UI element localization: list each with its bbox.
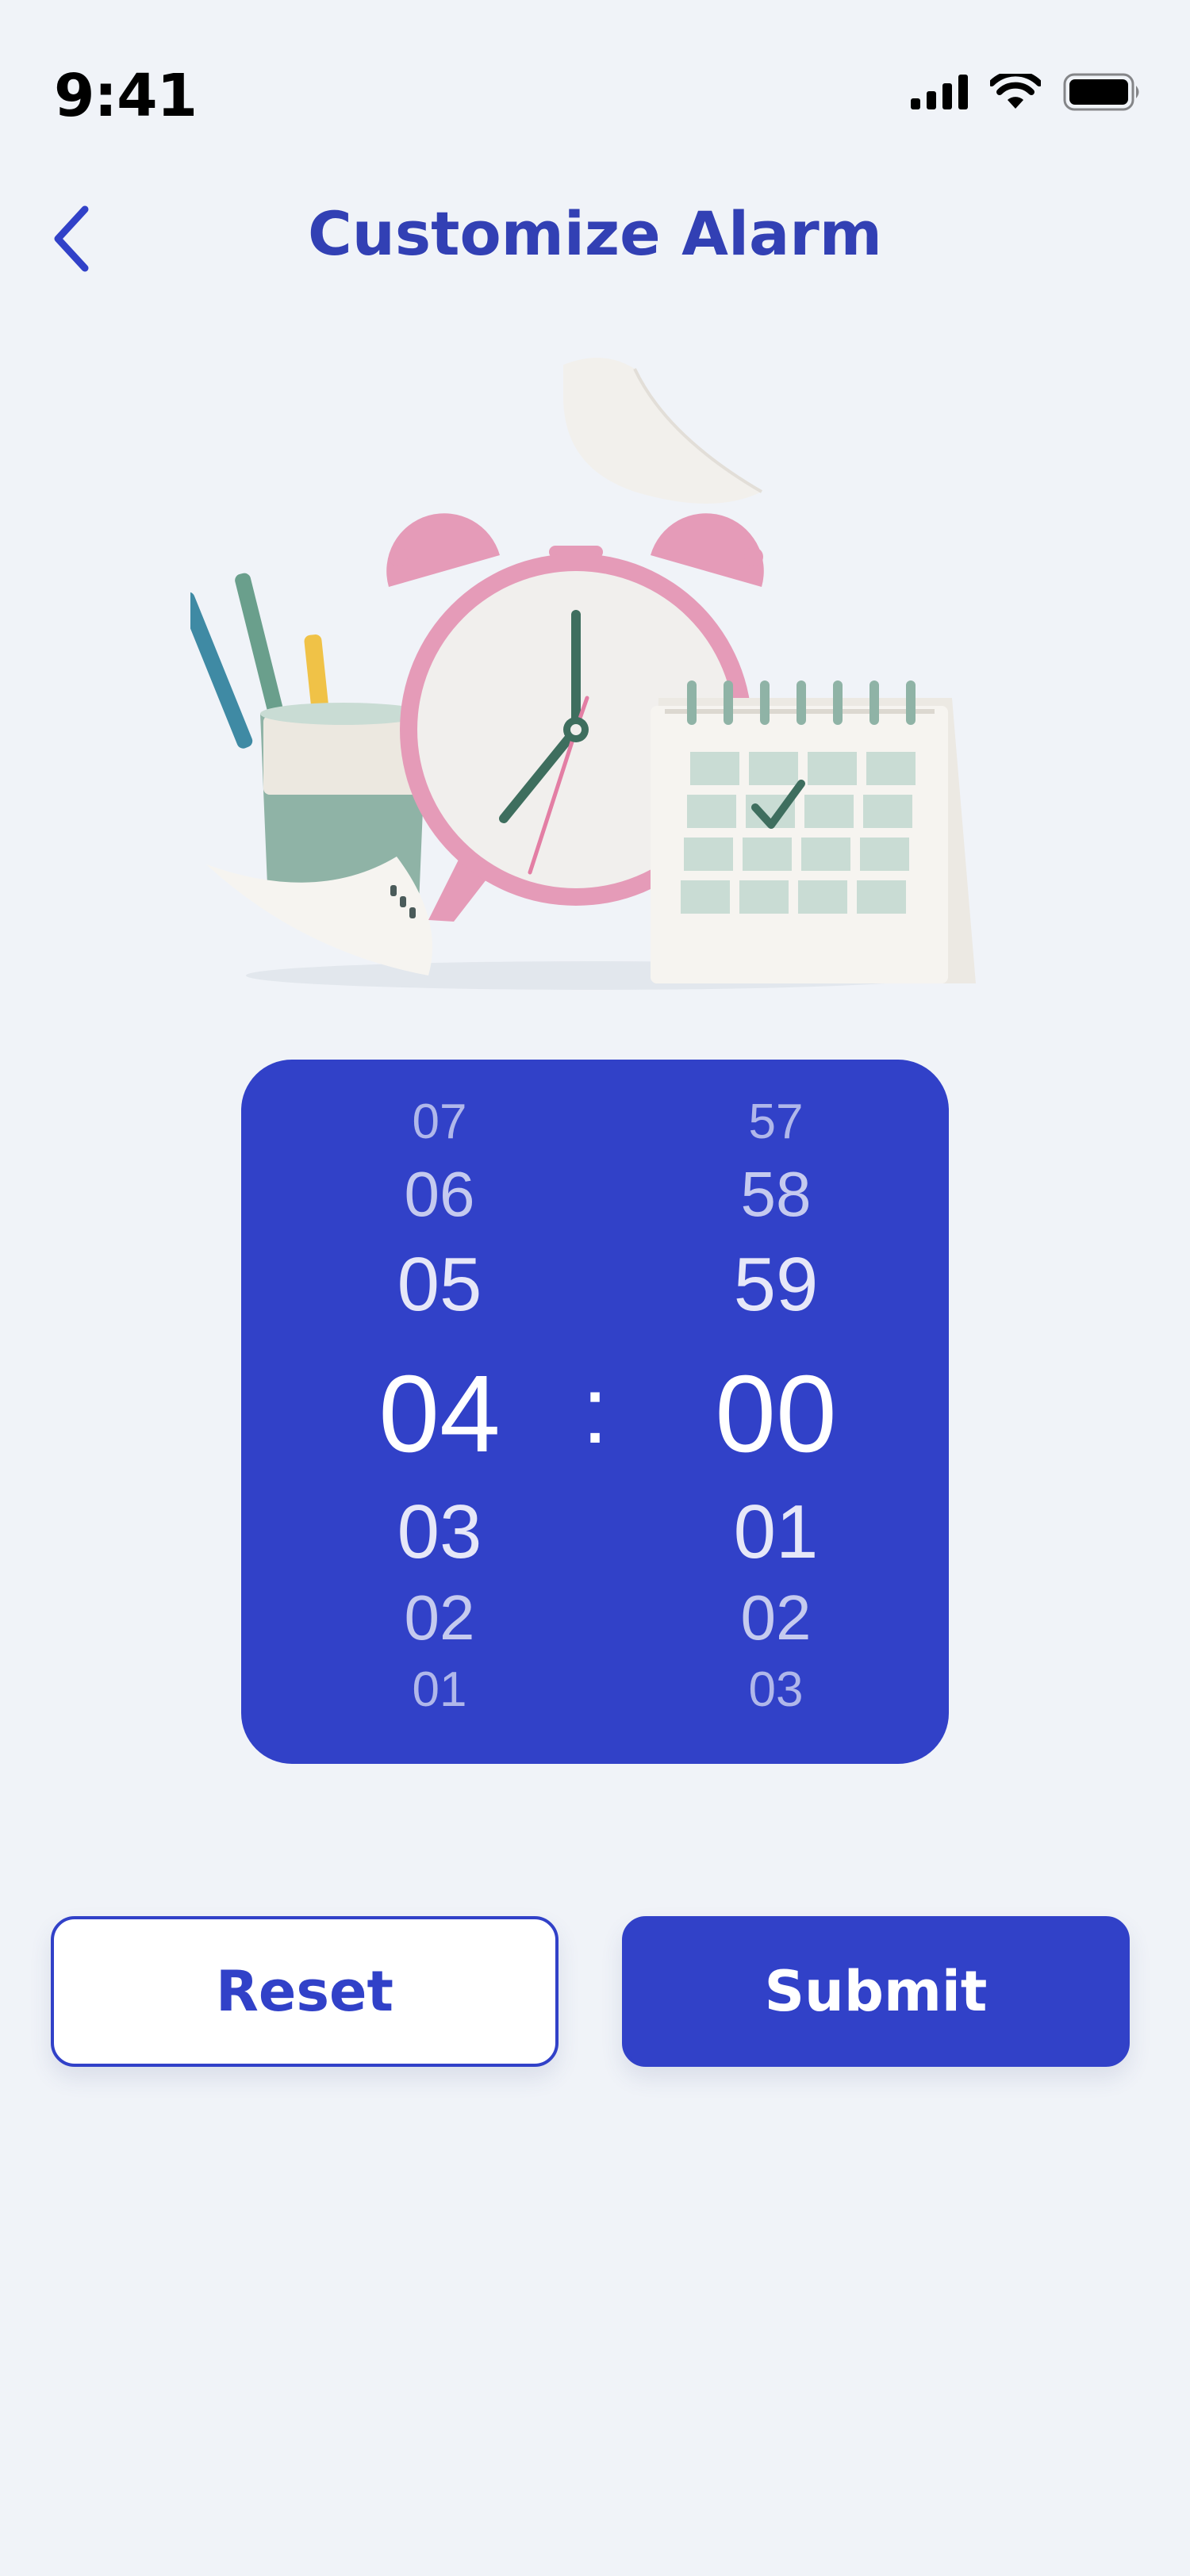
hour-option[interactable]: 01 — [321, 1666, 559, 1715]
status-icons — [911, 70, 1142, 114]
submit-button[interactable]: Submit — [622, 1916, 1130, 2067]
minute-option[interactable]: 58 — [657, 1163, 895, 1226]
status-time: 9:41 — [54, 62, 198, 130]
selected-hour[interactable]: 04 — [321, 1359, 559, 1469]
hour-option[interactable]: 06 — [321, 1163, 559, 1226]
hour-option[interactable]: 02 — [321, 1586, 559, 1650]
nav-bar: Customize Alarm — [0, 174, 1190, 301]
paper-note-icon — [563, 358, 763, 504]
minute-option[interactable]: 03 — [657, 1666, 895, 1715]
battery-icon — [1063, 73, 1142, 114]
selected-minute[interactable]: 00 — [657, 1359, 895, 1469]
alarm-illustration — [178, 349, 1000, 999]
wifi-icon — [988, 70, 1042, 113]
cellular-signal-icon — [911, 75, 968, 113]
minute-option[interactable]: 57 — [657, 1098, 895, 1147]
time-separator: : — [582, 1357, 608, 1463]
hour-option[interactable]: 05 — [321, 1247, 559, 1323]
minute-option[interactable]: 59 — [657, 1247, 895, 1323]
reset-button[interactable]: Reset — [51, 1916, 559, 2067]
hour-option[interactable]: 03 — [321, 1494, 559, 1570]
calendar-icon — [651, 680, 976, 983]
time-picker[interactable]: 07 06 05 04 03 02 01 : 57 58 59 00 01 02… — [241, 1060, 949, 1764]
status-bar: 9:41 — [0, 0, 1190, 159]
page-title: Customize Alarm — [308, 198, 882, 269]
minute-option[interactable]: 02 — [657, 1586, 895, 1650]
minute-option[interactable]: 01 — [657, 1494, 895, 1570]
minute-wheel[interactable]: 57 58 59 00 01 02 03 — [657, 1060, 895, 1764]
hour-wheel[interactable]: 07 06 05 04 03 02 01 — [321, 1060, 559, 1764]
hour-option[interactable]: 07 — [321, 1098, 559, 1147]
